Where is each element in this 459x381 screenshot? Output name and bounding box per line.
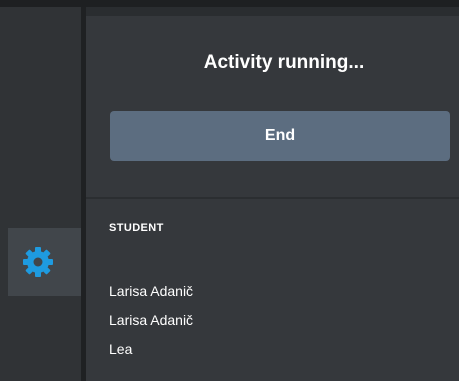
section-divider [86,197,459,199]
sidebar-item-settings[interactable] [8,228,81,296]
list-item: Larisa Adanič [109,312,194,328]
end-activity-button[interactable]: End [110,111,450,161]
gear-icon [22,246,54,278]
app-window: Activity running... End STUDENT Larisa A… [0,0,459,381]
student-list: Larisa Adanič Larisa Adanič Lea [109,283,193,370]
student-column-header: STUDENT [109,222,164,234]
top-strip [0,0,459,7]
sidebar [0,7,81,381]
activity-status-title: Activity running... [203,52,365,73]
list-item: Lea [109,341,133,357]
panel-top-edge [86,7,459,16]
list-item: Larisa Adanič [109,283,194,299]
